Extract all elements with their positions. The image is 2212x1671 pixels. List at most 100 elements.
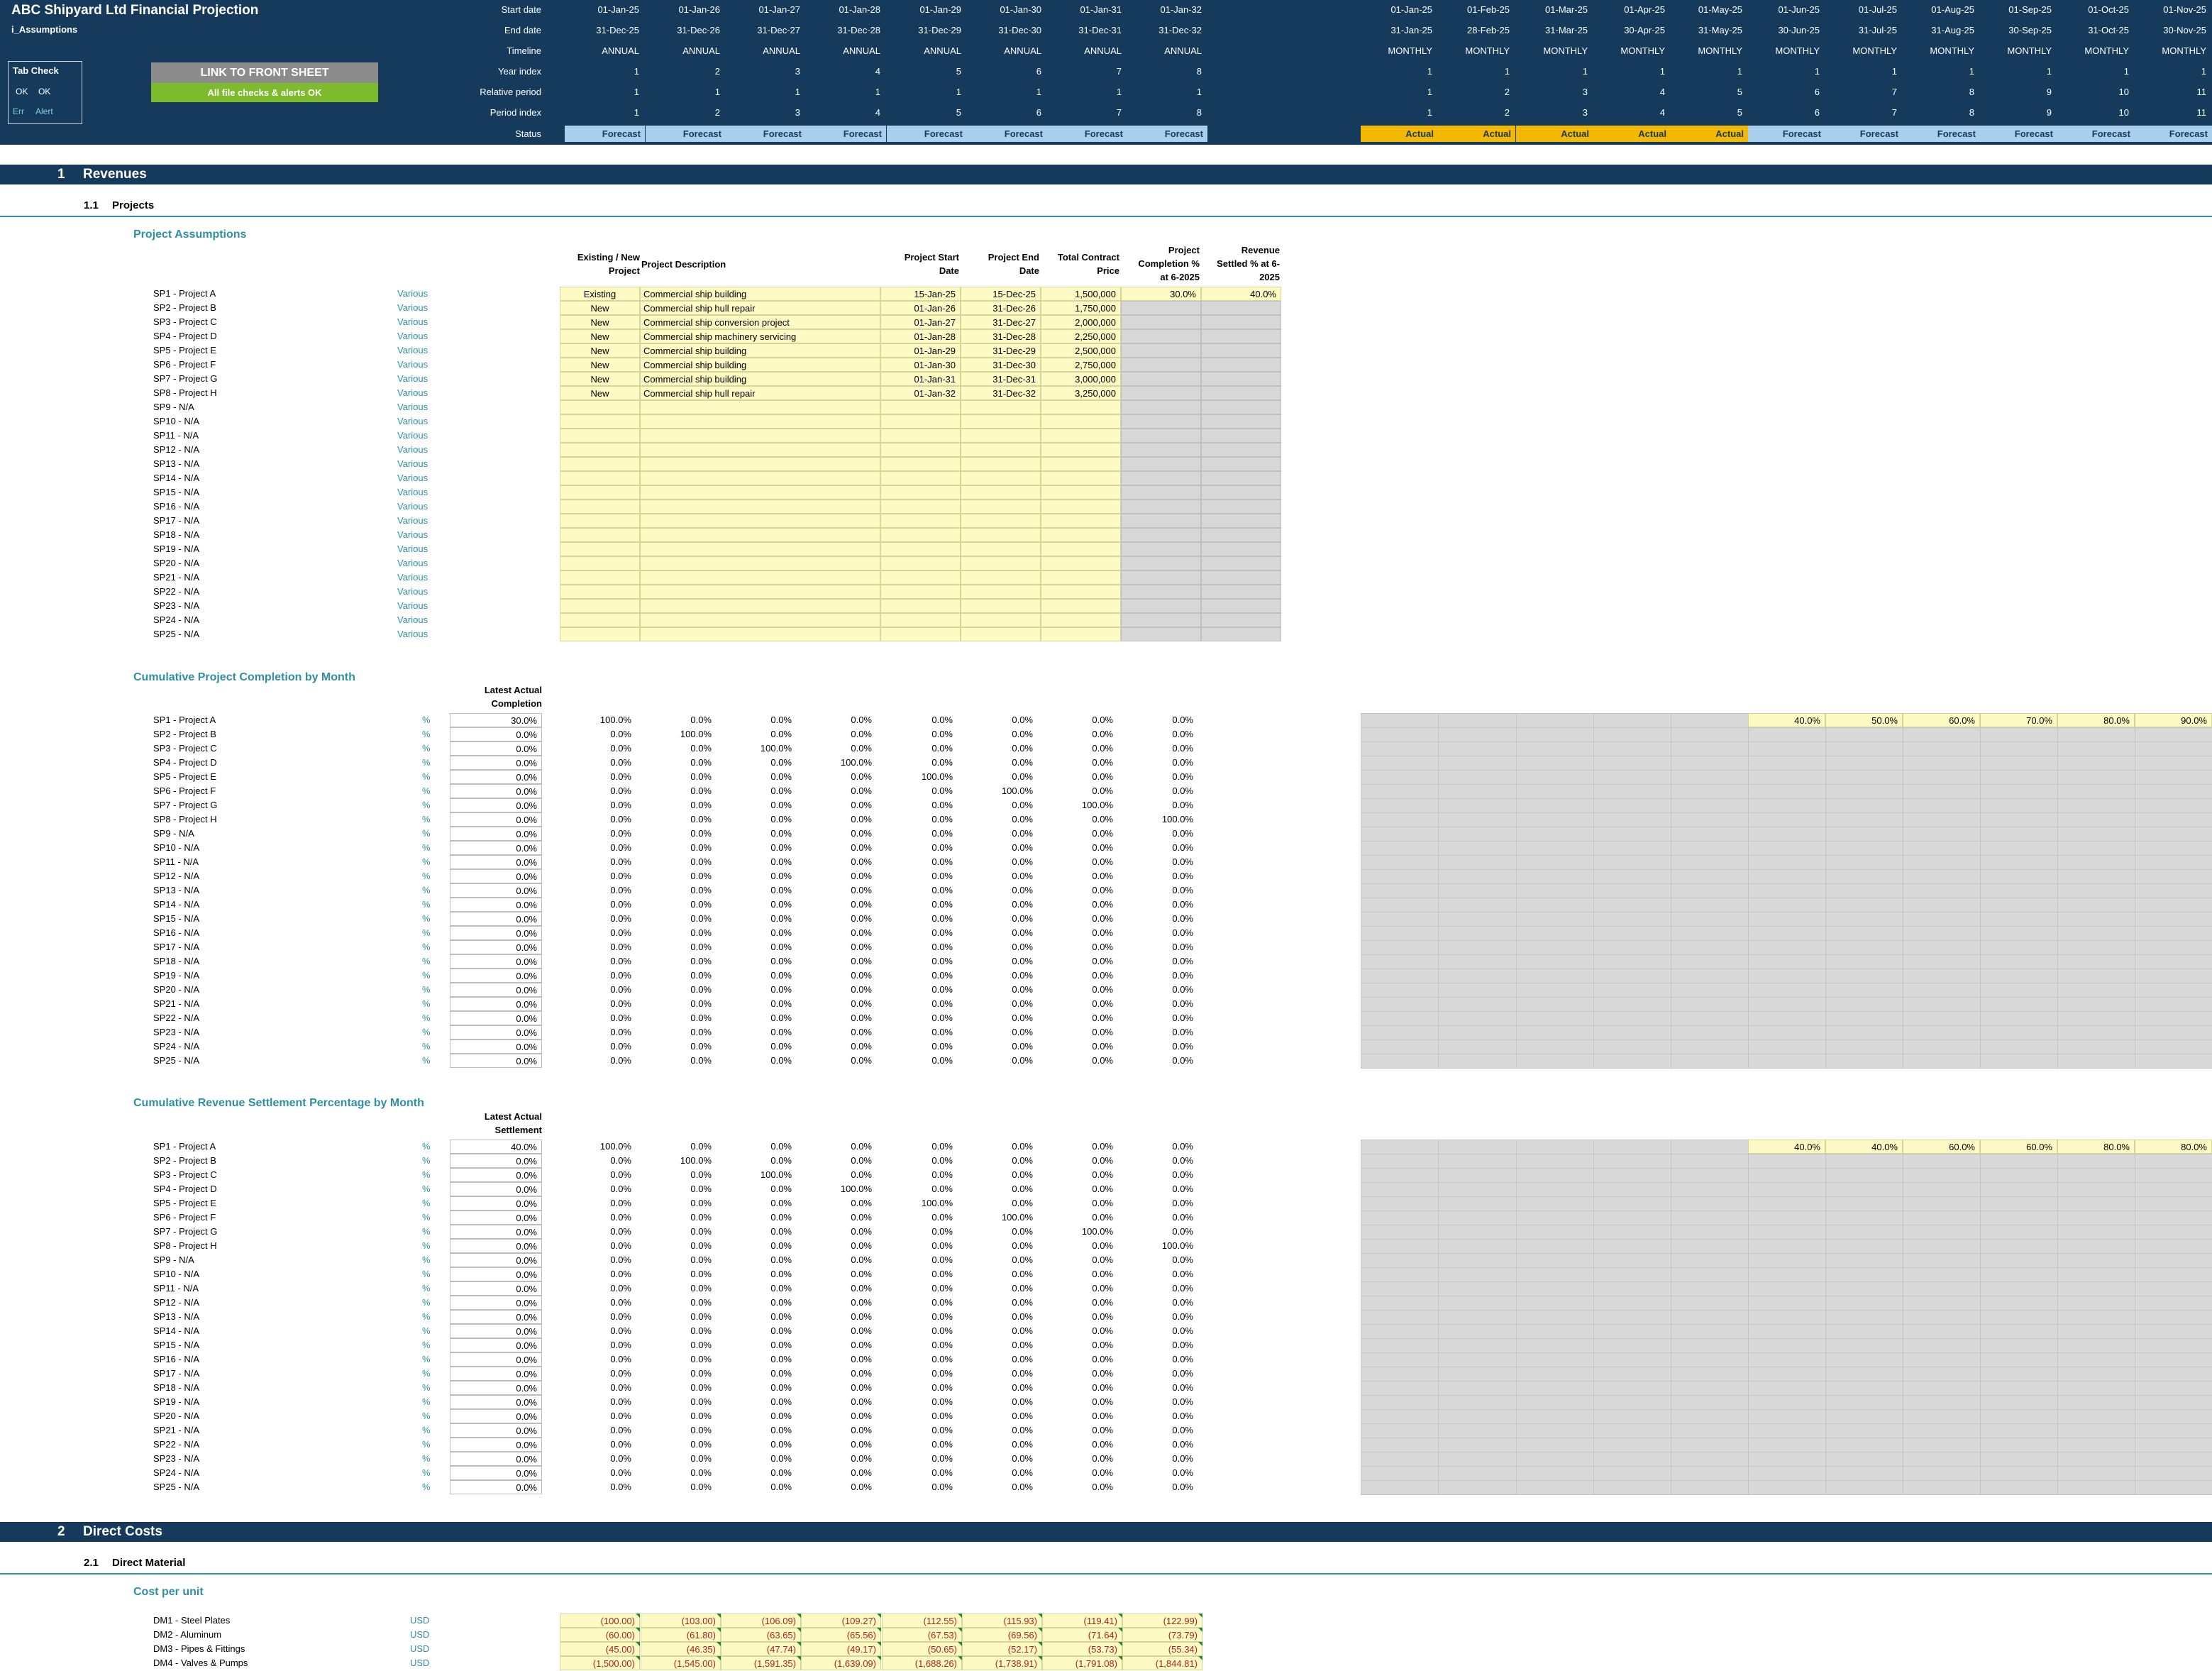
project-price-input[interactable] — [1041, 414, 1121, 429]
latest-actual-value[interactable]: 0.0% — [450, 1182, 542, 1196]
material-cost-input[interactable]: (100.00) — [560, 1614, 640, 1628]
project-end-input[interactable] — [961, 429, 1041, 443]
project-end-input[interactable] — [961, 613, 1041, 627]
project-desc-input[interactable] — [640, 585, 880, 599]
latest-actual-value[interactable]: 0.0% — [450, 1381, 542, 1395]
project-completion-input[interactable]: 30.0% — [1121, 287, 1201, 301]
project-completion-input[interactable] — [1121, 500, 1201, 514]
project-desc-input[interactable] — [640, 485, 880, 500]
latest-actual-value[interactable]: 0.0% — [450, 926, 542, 940]
project-desc-input[interactable] — [640, 471, 880, 485]
material-cost-input[interactable]: (1,591.35) — [721, 1656, 801, 1670]
project-type-input[interactable] — [560, 514, 640, 528]
project-settled-input[interactable] — [1201, 500, 1281, 514]
latest-actual-value[interactable]: 0.0% — [450, 983, 542, 997]
project-price-input[interactable] — [1041, 485, 1121, 500]
latest-actual-value[interactable]: 0.0% — [450, 1352, 542, 1367]
project-desc-input[interactable] — [640, 599, 880, 613]
material-cost-input[interactable]: (109.27) — [801, 1614, 881, 1628]
project-settled-input[interactable] — [1201, 528, 1281, 542]
material-cost-input[interactable]: (61.80) — [641, 1628, 721, 1642]
project-type-input[interactable] — [560, 400, 640, 414]
project-end-input[interactable] — [961, 570, 1041, 585]
project-completion-input[interactable] — [1121, 400, 1201, 414]
project-desc-input[interactable] — [640, 443, 880, 457]
latest-actual-value[interactable]: 0.0% — [450, 784, 542, 798]
project-desc-input[interactable]: Commercial ship conversion project — [640, 315, 880, 329]
material-cost-input[interactable]: (60.00) — [560, 1628, 640, 1642]
latest-actual-value[interactable]: 0.0% — [450, 1239, 542, 1253]
project-settled-input[interactable]: 40.0% — [1201, 287, 1281, 301]
monthly-percentage-input[interactable]: 40.0% — [1748, 713, 1825, 727]
monthly-percentage-input[interactable]: 40.0% — [1748, 1140, 1825, 1154]
project-settled-input[interactable] — [1201, 329, 1281, 343]
project-settled-input[interactable] — [1201, 315, 1281, 329]
latest-actual-value[interactable]: 0.0% — [450, 1310, 542, 1324]
material-cost-input[interactable]: (65.56) — [801, 1628, 881, 1642]
project-completion-input[interactable] — [1121, 457, 1201, 471]
material-cost-input[interactable]: (52.17) — [962, 1642, 1042, 1656]
project-end-input[interactable] — [961, 556, 1041, 570]
material-cost-input[interactable]: (45.00) — [560, 1642, 640, 1656]
project-start-input[interactable] — [880, 613, 961, 627]
project-end-input[interactable]: 31-Dec-28 — [961, 329, 1041, 343]
project-settled-input[interactable] — [1201, 343, 1281, 358]
latest-actual-value[interactable]: 0.0% — [450, 727, 542, 741]
material-cost-input[interactable]: (63.65) — [721, 1628, 801, 1642]
latest-actual-value[interactable]: 0.0% — [450, 1253, 542, 1267]
project-type-input[interactable]: New — [560, 372, 640, 386]
latest-actual-value[interactable]: 0.0% — [450, 1025, 542, 1039]
project-end-input[interactable] — [961, 585, 1041, 599]
project-price-input[interactable] — [1041, 443, 1121, 457]
latest-actual-value[interactable]: 0.0% — [450, 969, 542, 983]
latest-actual-value[interactable]: 0.0% — [450, 1395, 542, 1409]
project-completion-input[interactable] — [1121, 372, 1201, 386]
project-price-input[interactable]: 3,000,000 — [1041, 372, 1121, 386]
material-cost-input[interactable]: (103.00) — [641, 1614, 721, 1628]
project-settled-input[interactable] — [1201, 372, 1281, 386]
material-cost-input[interactable]: (1,738.91) — [962, 1656, 1042, 1670]
project-end-input[interactable]: 31-Dec-31 — [961, 372, 1041, 386]
project-desc-input[interactable]: Commercial ship building — [640, 343, 880, 358]
latest-actual-value[interactable]: 0.0% — [450, 841, 542, 855]
monthly-percentage-input[interactable]: 70.0% — [1980, 713, 2057, 727]
latest-actual-value[interactable]: 0.0% — [450, 912, 542, 926]
project-completion-input[interactable] — [1121, 599, 1201, 613]
latest-actual-value[interactable]: 0.0% — [450, 1267, 542, 1281]
project-type-input[interactable] — [560, 485, 640, 500]
project-type-input[interactable]: New — [560, 329, 640, 343]
latest-actual-value[interactable]: 0.0% — [450, 940, 542, 954]
project-start-input[interactable] — [880, 400, 961, 414]
project-price-input[interactable] — [1041, 514, 1121, 528]
project-type-input[interactable] — [560, 429, 640, 443]
project-price-input[interactable]: 3,250,000 — [1041, 386, 1121, 400]
project-start-input[interactable]: 01-Jan-26 — [880, 301, 961, 315]
project-start-input[interactable]: 01-Jan-29 — [880, 343, 961, 358]
material-cost-input[interactable]: (73.79) — [1122, 1628, 1202, 1642]
project-desc-input[interactable] — [640, 613, 880, 627]
project-end-input[interactable] — [961, 443, 1041, 457]
latest-actual-value[interactable]: 40.0% — [450, 1140, 542, 1154]
project-end-input[interactable]: 31-Dec-30 — [961, 358, 1041, 372]
project-end-input[interactable]: 31-Dec-29 — [961, 343, 1041, 358]
project-end-input[interactable] — [961, 414, 1041, 429]
project-settled-input[interactable] — [1201, 542, 1281, 556]
latest-actual-value[interactable]: 0.0% — [450, 827, 542, 841]
project-completion-input[interactable] — [1121, 528, 1201, 542]
material-cost-input[interactable]: (122.99) — [1122, 1614, 1202, 1628]
project-type-input[interactable] — [560, 443, 640, 457]
material-cost-input[interactable]: (1,639.09) — [801, 1656, 881, 1670]
monthly-percentage-input[interactable]: 90.0% — [2135, 713, 2212, 727]
project-start-input[interactable]: 15-Jan-25 — [880, 287, 961, 301]
project-start-input[interactable] — [880, 414, 961, 429]
project-end-input[interactable]: 31-Dec-27 — [961, 315, 1041, 329]
project-type-input[interactable] — [560, 500, 640, 514]
monthly-percentage-input[interactable]: 60.0% — [1903, 713, 1980, 727]
project-start-input[interactable]: 01-Jan-31 — [880, 372, 961, 386]
project-price-input[interactable]: 2,500,000 — [1041, 343, 1121, 358]
project-price-input[interactable]: 2,000,000 — [1041, 315, 1121, 329]
latest-actual-value[interactable]: 0.0% — [450, 1452, 542, 1466]
material-cost-input[interactable]: (47.74) — [721, 1642, 801, 1656]
project-completion-input[interactable] — [1121, 627, 1201, 641]
latest-actual-value[interactable]: 0.0% — [450, 1296, 542, 1310]
